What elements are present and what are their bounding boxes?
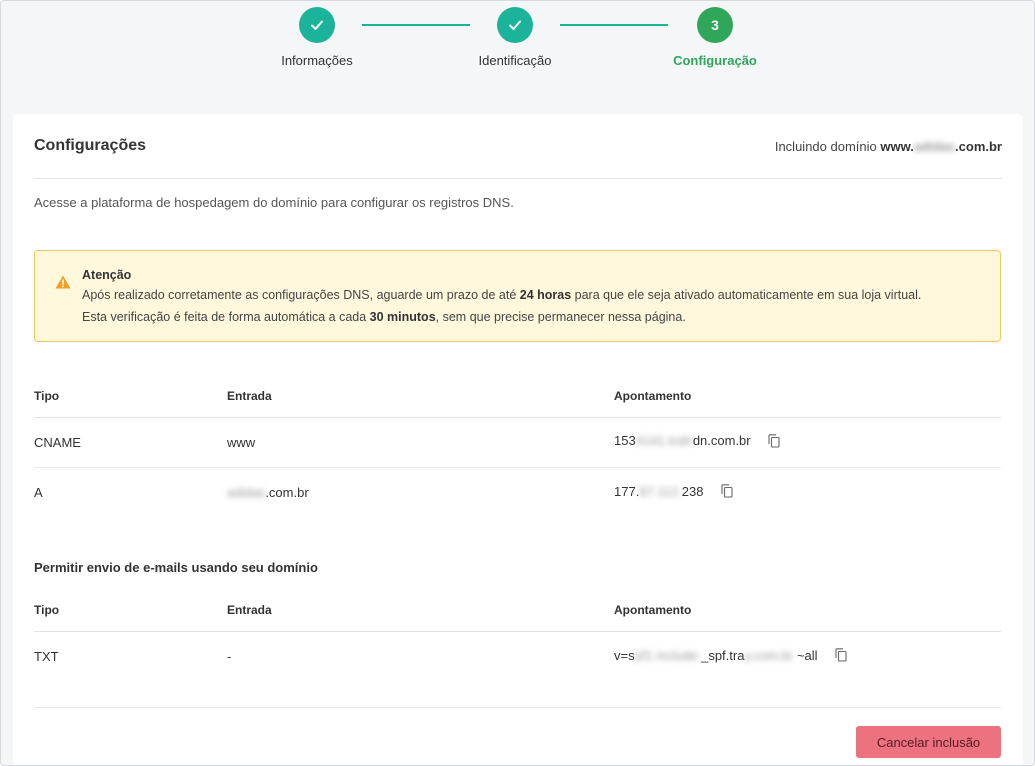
step-configuracao: 3 Configuração [645, 7, 785, 68]
step-done-circle [299, 7, 335, 43]
alert-title: Atenção [82, 268, 132, 282]
table-header-row: Tipo Entrada Apontamento [34, 590, 1001, 632]
step-label: Informações [281, 53, 353, 68]
attention-alert: Atenção Após realizado corretamente as c… [34, 250, 1001, 342]
value-redacted: 67.112. [639, 483, 682, 499]
cell-apontamento: 177.67.112.238 [614, 467, 1001, 517]
email-section-title: Permitir envio de e-mails usando seu dom… [34, 560, 318, 575]
cell-entrada: - [227, 648, 232, 664]
warning-icon [55, 275, 71, 289]
cell-entrada: adidas.com.br [227, 484, 309, 500]
column-header: Entrada [227, 376, 614, 418]
divider [34, 707, 1001, 708]
copy-icon[interactable] [835, 648, 847, 665]
step-done-circle [497, 7, 533, 43]
alert-line-2: Esta verificação é feita de forma automá… [82, 310, 686, 324]
cell-apontamento: 1534141.tcdndn.com.br [614, 417, 1001, 468]
cell-entrada: www [227, 417, 614, 468]
stepper: Informações Identificação 3 Configuração [1, 1, 1034, 113]
value-redacted: y.com.br [744, 647, 794, 663]
cell-apontamento: v=spf1 include:_spf.tray.com.br ~all [614, 631, 1001, 681]
email-records-table: Tipo Entrada Apontamento TXT - v=spf1 in… [34, 590, 1001, 681]
step-identificacao: Identificação [445, 7, 585, 68]
configuration-card: Configurações Incluindo domínio www.adid… [13, 114, 1023, 765]
table-row: A adidas.com.br 177.67.112.238 [34, 467, 1001, 517]
step-label: Identificação [478, 53, 552, 68]
table-row: CNAME www 1534141.tcdndn.com.br [34, 417, 1001, 468]
page-title: Configurações [34, 137, 147, 154]
card-header: Configurações Incluindo domínio www.adid… [34, 114, 1002, 179]
cell-tipo: TXT [34, 648, 59, 664]
column-header: Tipo [34, 376, 227, 418]
intro-text: Acesse a plataforma de hospedagem do dom… [34, 195, 514, 210]
column-header: Apontamento [614, 376, 1001, 418]
check-icon [509, 20, 521, 30]
domain-name: www.adidas.com.br [880, 138, 1002, 154]
column-header: Tipo [34, 590, 227, 632]
copy-icon[interactable] [721, 484, 733, 501]
including-label: Incluindo domínio [774, 138, 877, 154]
value-redacted: pf1 include: [634, 647, 702, 663]
cell-tipo: CNAME [34, 417, 227, 468]
cancel-inclusion-button[interactable]: Cancelar inclusão [856, 726, 1001, 758]
including-domain: Incluindo domínio www.adidas.com.br [775, 139, 1002, 154]
value-redacted: adidas [227, 484, 266, 500]
check-icon [311, 20, 323, 30]
dns-records-table: Tipo Entrada Apontamento CNAME www 15341… [34, 376, 1001, 517]
domain-redacted: adidas [913, 138, 956, 154]
table-header-row: Tipo Entrada Apontamento [34, 376, 1001, 418]
table-row: TXT - v=spf1 include:_spf.tray.com.br ~a… [34, 631, 1001, 681]
column-header: Entrada [227, 590, 614, 632]
page-frame: Informações Identificação 3 Configuração… [0, 0, 1035, 766]
copy-icon[interactable] [768, 433, 780, 451]
alert-line-1: Após realizado corretamente as configura… [82, 288, 922, 302]
column-header: Apontamento [614, 590, 1001, 632]
step-number-circle: 3 [697, 7, 733, 43]
step-informacoes: Informações [247, 7, 387, 68]
step-label-active: Configuração [673, 53, 757, 68]
value-redacted: 4141.tcdn [635, 433, 693, 449]
cell-tipo: A [34, 484, 43, 500]
